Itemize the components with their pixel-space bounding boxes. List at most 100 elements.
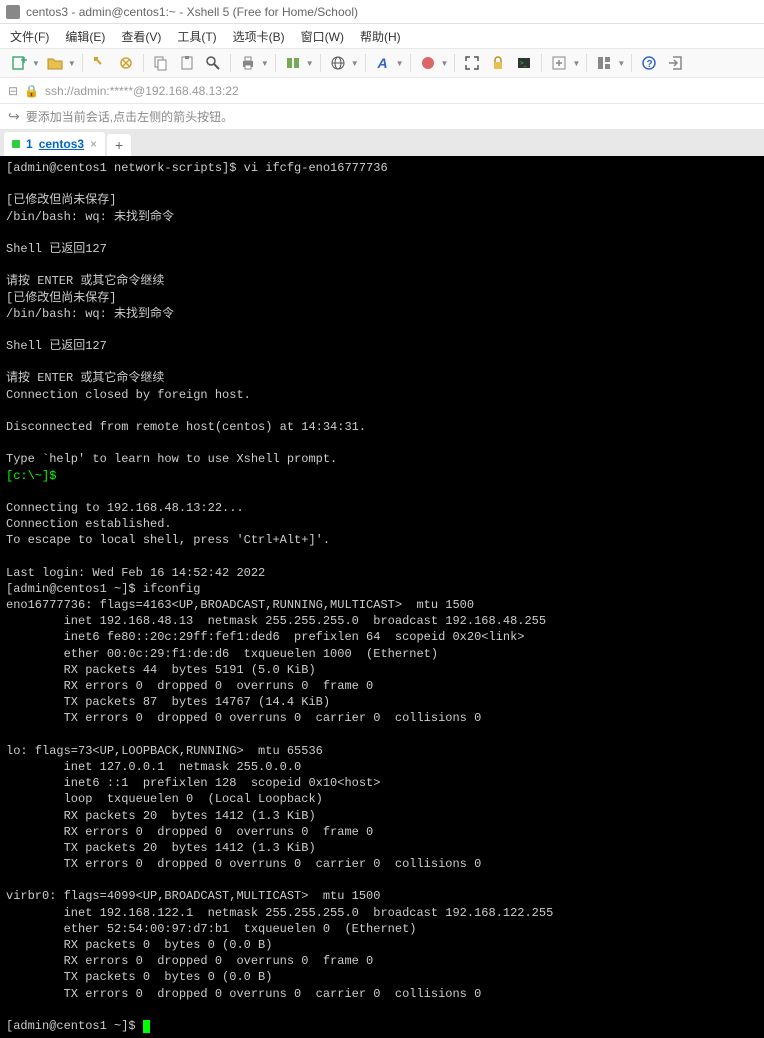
- tab-bar: 1 centos3 × +: [0, 130, 764, 156]
- term-line: RX errors 0 dropped 0 overruns 0 frame 0: [6, 954, 373, 968]
- menu-window[interactable]: 窗口(W): [301, 28, 344, 45]
- term-line: Last login: Wed Feb 16 14:52:42 2022: [6, 566, 265, 580]
- term-line: eno16777736: flags=4163<UP,BROADCAST,RUN…: [6, 598, 474, 612]
- disconnect-icon[interactable]: [115, 52, 137, 74]
- font-icon[interactable]: A: [372, 52, 394, 74]
- svg-text:?: ?: [647, 59, 653, 70]
- term-line: RX errors 0 dropped 0 overruns 0 frame 0: [6, 825, 373, 839]
- search-icon[interactable]: [202, 52, 224, 74]
- address-url[interactable]: ssh://admin:*****@192.168.48.13:22: [45, 84, 239, 98]
- fullscreen-icon[interactable]: [461, 52, 483, 74]
- term-line: TX packets 20 bytes 1412 (1.3 KiB): [6, 841, 316, 855]
- term-prompt: [c:\~]$: [6, 469, 56, 483]
- address-bar: ⊟ 🔒 ssh://admin:*****@192.168.48.13:22: [0, 78, 764, 104]
- term-line: [已修改但尚未保存]: [6, 193, 116, 207]
- term-line: Disconnected from remote host(centos) at…: [6, 420, 366, 434]
- term-line: /bin/bash: wq: 未找到命令: [6, 307, 174, 321]
- dropdown-icon[interactable]: ▼: [396, 59, 404, 68]
- separator: [230, 54, 231, 72]
- menubar: 文件(F) 编辑(E) 查看(V) 工具(T) 选项卡(B) 窗口(W) 帮助(…: [0, 24, 764, 48]
- menu-edit[interactable]: 编辑(E): [65, 28, 105, 45]
- lock-icon[interactable]: [487, 52, 509, 74]
- copy-icon[interactable]: [150, 52, 172, 74]
- print-icon[interactable]: [237, 52, 259, 74]
- term-line: /bin/bash: wq: 未找到命令: [6, 210, 174, 224]
- terminal[interactable]: [admin@centos1 network-scripts]$ vi ifcf…: [0, 156, 764, 1038]
- separator: [410, 54, 411, 72]
- nav-icon[interactable]: ⊟: [8, 84, 18, 98]
- separator: [365, 54, 366, 72]
- cursor: [143, 1020, 150, 1033]
- term-line: [已修改但尚未保存]: [6, 291, 116, 305]
- dropdown-icon[interactable]: ▼: [572, 59, 580, 68]
- menu-tools[interactable]: 工具(T): [177, 28, 216, 45]
- term-line: ether 52:54:00:97:d7:b1 txqueuelen 0 (Et…: [6, 922, 416, 936]
- status-dot-icon: [12, 140, 20, 148]
- menu-tabs[interactable]: 选项卡(B): [233, 28, 285, 45]
- tab-label: centos3: [39, 137, 84, 151]
- menu-file[interactable]: 文件(F): [10, 28, 49, 45]
- globe-icon[interactable]: [327, 52, 349, 74]
- term-line: Connection established.: [6, 517, 172, 531]
- term-line: 请按 ENTER 或其它命令继续: [6, 371, 164, 385]
- layout-icon[interactable]: [593, 52, 615, 74]
- paste-icon[interactable]: [176, 52, 198, 74]
- dropdown-icon[interactable]: ▼: [351, 59, 359, 68]
- dropdown-icon[interactable]: ▼: [441, 59, 449, 68]
- dropdown-icon[interactable]: ▼: [261, 59, 269, 68]
- term-line: Connecting to 192.168.48.13:22...: [6, 501, 244, 515]
- term-line: Shell 已返回127: [6, 339, 107, 353]
- term-line: inet 127.0.0.1 netmask 255.0.0.0: [6, 760, 301, 774]
- separator: [143, 54, 144, 72]
- open-icon[interactable]: [44, 52, 66, 74]
- term-line: lo: flags=73<UP,LOOPBACK,RUNNING> mtu 65…: [6, 744, 323, 758]
- term-line: [admin@centos1 ~]$ ifconfig: [6, 582, 200, 596]
- term-line: inet6 ::1 prefixlen 128 scopeid 0x10<hos…: [6, 776, 380, 790]
- exit-icon[interactable]: [664, 52, 686, 74]
- window-title: centos3 - admin@centos1:~ - Xshell 5 (Fr…: [26, 5, 358, 19]
- new-tab-button[interactable]: +: [107, 134, 131, 156]
- term-prompt: [admin@centos1 ~]$: [6, 1019, 143, 1033]
- dropdown-icon[interactable]: ▼: [306, 59, 314, 68]
- separator: [82, 54, 83, 72]
- term-line: TX errors 0 dropped 0 overruns 0 carrier…: [6, 857, 481, 871]
- term-line: TX packets 87 bytes 14767 (14.4 KiB): [6, 695, 330, 709]
- term-line: inet 192.168.122.1 netmask 255.255.255.0…: [6, 906, 553, 920]
- term-line: RX packets 20 bytes 1412 (1.3 KiB): [6, 809, 316, 823]
- hint-bar: ↪ 要添加当前会话,点击左侧的箭头按钮。: [0, 104, 764, 130]
- new-icon[interactable]: [8, 52, 30, 74]
- reconnect-icon[interactable]: [89, 52, 111, 74]
- term-line: RX packets 44 bytes 5191 (5.0 KiB): [6, 663, 316, 677]
- toolbar: ▼ ▼ ▼ ▼ ▼ A▼ ▼ >_ ▼ ▼ ?: [0, 48, 764, 78]
- term-line: TX errors 0 dropped 0 overruns 0 carrier…: [6, 711, 481, 725]
- dropdown-icon[interactable]: ▼: [68, 59, 76, 68]
- app-icon: [6, 5, 20, 19]
- add-icon[interactable]: [548, 52, 570, 74]
- term-line: Type `help' to learn how to use Xshell p…: [6, 452, 337, 466]
- svg-text:>_: >_: [520, 61, 528, 67]
- arrow-icon[interactable]: ↪: [8, 108, 20, 125]
- dropdown-icon[interactable]: ▼: [617, 59, 625, 68]
- menu-help[interactable]: 帮助(H): [360, 28, 401, 45]
- term-line: loop txqueuelen 0 (Local Loopback): [6, 792, 323, 806]
- transfer-icon[interactable]: [282, 52, 304, 74]
- close-icon[interactable]: ×: [90, 137, 97, 151]
- tab-centos3[interactable]: 1 centos3 ×: [4, 132, 105, 156]
- dropdown-icon[interactable]: ▼: [32, 59, 40, 68]
- separator: [275, 54, 276, 72]
- color-icon[interactable]: [417, 52, 439, 74]
- lock-icon: 🔒: [24, 84, 39, 98]
- terminal-icon[interactable]: >_: [513, 52, 535, 74]
- term-line: TX packets 0 bytes 0 (0.0 B): [6, 970, 272, 984]
- help-icon[interactable]: ?: [638, 52, 660, 74]
- titlebar: centos3 - admin@centos1:~ - Xshell 5 (Fr…: [0, 0, 764, 24]
- separator: [541, 54, 542, 72]
- term-line: [admin@centos1 network-scripts]$ vi ifcf…: [6, 161, 388, 175]
- menu-view[interactable]: 查看(V): [121, 28, 161, 45]
- term-line: To escape to local shell, press 'Ctrl+Al…: [6, 533, 330, 547]
- term-line: 请按 ENTER 或其它命令继续: [6, 274, 164, 288]
- separator: [320, 54, 321, 72]
- separator: [454, 54, 455, 72]
- tab-number: 1: [26, 137, 33, 151]
- term-line: Connection closed by foreign host.: [6, 388, 251, 402]
